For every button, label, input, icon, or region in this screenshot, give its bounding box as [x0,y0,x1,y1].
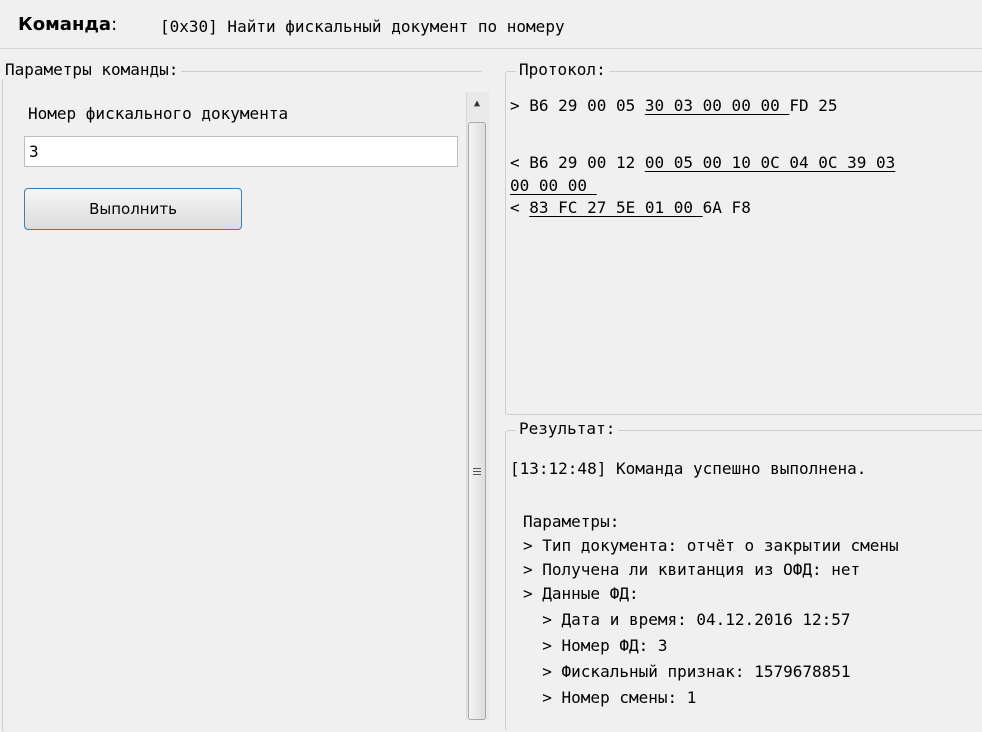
command-title-colon: : [111,14,118,35]
protocol-line: 00 00 00 [510,176,597,195]
doc-number-label: Номер фискального документа [28,104,289,123]
grip-icon [473,468,481,477]
protocol-group: Протокол: [505,60,982,415]
result-status: [13:12:48] Команда успешно выполнена. [510,459,867,478]
result-line: > Данные ФД: [523,584,639,603]
result-line: > Дата и время: 04.12.2016 12:57 [523,610,851,629]
params-group: Параметры команды: [2,60,483,732]
protocol-prefix: > B6 29 00 05 [510,96,645,115]
result-line: > Номер ФД: 3 [523,636,668,655]
result-group-title: Результат: [516,419,619,438]
command-title: Команда: [18,14,117,35]
protocol-data: 00 05 00 10 0C 04 0C 39 03 [644,153,896,172]
result-line: > Фискальный признак: 1579678851 [523,662,851,681]
protocol-prefix: < B6 29 00 12 [510,153,645,172]
protocol-data: 83 FC 27 5E 01 00 [529,198,703,217]
result-line: > Номер смены: 1 [523,688,697,707]
protocol-line: > B6 29 00 05 30 03 00 00 00 FD 25 [510,96,838,115]
protocol-data: 30 03 00 00 00 [644,96,790,115]
protocol-checksum: FD 25 [789,96,838,115]
command-title-label: Команда [18,14,112,35]
scrollbar-thumb[interactable] [468,122,486,720]
result-line: > Тип документа: отчёт о закрытии смены [523,536,899,555]
scroll-up-arrow-icon[interactable]: ▲ [466,92,488,114]
command-header: Команда: [0x30] Найти фискальный докумен… [0,0,982,49]
protocol-data: 00 00 00 [510,176,597,195]
protocol-group-title: Протокол: [516,60,609,79]
protocol-line: < B6 29 00 12 00 05 00 10 0C 04 0C 39 03 [510,153,895,172]
protocol-checksum: 6A F8 [702,198,751,217]
params-group-title: Параметры команды: [2,60,182,79]
result-params-header: Параметры: [523,512,620,531]
protocol-line: < 83 FC 27 5E 01 00 6A F8 [510,198,751,217]
protocol-prefix: < [510,198,530,217]
run-button[interactable]: Выполнить [24,188,242,230]
doc-number-input[interactable] [24,136,458,167]
command-name: [0x30] Найти фискальный документ по номе… [160,17,565,36]
result-line: > Получена ли квитанция из ОФД: нет [523,560,861,579]
